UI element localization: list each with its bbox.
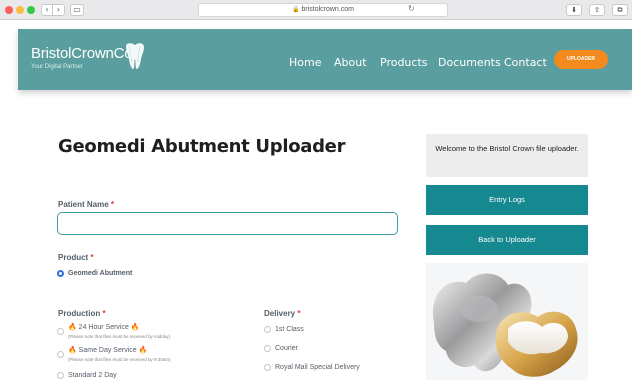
product-label: Product * [58, 253, 94, 262]
nav-documents[interactable]: Documents [438, 56, 501, 69]
delivery-label: Delivery * [264, 309, 301, 318]
nav-home[interactable]: Home [289, 56, 321, 69]
nav-about[interactable]: About [334, 56, 367, 69]
patient-name-label-text: Patient Name [58, 200, 109, 209]
zoom-window-button[interactable] [27, 6, 35, 14]
patient-name-label: Patient Name * [58, 200, 114, 209]
production-label: Production * [58, 309, 106, 318]
required-marker: * [102, 309, 106, 318]
delivery-option-royal-mail: Royal Mail Special Delivery [275, 364, 360, 371]
required-marker: * [297, 309, 301, 318]
delivery-radio-1st-class[interactable] [264, 326, 271, 333]
production-note-same-day: (Please note that files must be received… [68, 357, 171, 362]
address-bar-url: bristolcrown.com [301, 6, 354, 13]
production-radio-same-day[interactable] [57, 351, 64, 358]
production-label-text: Production [58, 309, 101, 318]
production-option-same-day: 🔥 Same Day Service 🔥 [68, 346, 147, 354]
fire-icon: 🔥 [68, 324, 77, 331]
production-option-standard-2-day: Standard 2 Day [68, 372, 117, 379]
required-marker: * [110, 200, 115, 209]
lock-icon: 🔒 [292, 7, 300, 13]
browser-toolbar: ‹ › ▭ 🔒 bristolcrown.com ↻ ⬇ ⇧ ⧉ [0, 0, 632, 20]
production-option-24-hour-label: 24 Hour Service [78, 324, 129, 331]
tooth-logo-icon [126, 43, 144, 69]
fire-icon: 🔥 [130, 324, 140, 331]
site-header: BristolCrownCo Your Digital Partner Home… [18, 29, 632, 90]
uploader-button[interactable]: UPLOADER [554, 50, 608, 69]
production-option-24-hour: 🔥 24 Hour Service 🔥 [68, 323, 140, 331]
tabs-overview-icon[interactable]: ⧉ [612, 4, 628, 16]
back-to-uploader-button[interactable]: Back to Uploader [426, 225, 588, 255]
delivery-radio-royal-mail[interactable] [264, 364, 271, 371]
patient-name-input[interactable] [57, 212, 398, 235]
delivery-label-text: Delivery [264, 309, 296, 318]
close-window-button[interactable] [5, 6, 13, 14]
production-radio-24-hour[interactable] [57, 328, 64, 335]
delivery-radio-courier[interactable] [264, 345, 271, 352]
nav-products[interactable]: Products [380, 56, 428, 69]
product-radio-geomedi-abutment[interactable] [57, 270, 64, 277]
welcome-message: Welcome to the Bristol Crown file upload… [426, 134, 588, 177]
production-radio-standard-2-day[interactable] [57, 372, 64, 379]
downloads-icon[interactable]: ⬇ [566, 4, 582, 16]
production-note-24-hour: (Please note that files must be received… [68, 334, 171, 339]
product-option-label: Geomedi Abutment [68, 270, 133, 277]
entry-logs-button[interactable]: Entry Logs [426, 185, 588, 215]
sidebar-toggle-icon[interactable]: ▭ [70, 4, 84, 16]
production-option-same-day-label: Same Day Service [78, 347, 137, 354]
fire-icon: 🔥 [68, 347, 77, 354]
reload-icon[interactable]: ↻ [408, 4, 415, 13]
brand-logo-text[interactable]: BristolCrownCo [31, 45, 133, 62]
delivery-option-1st-class: 1st Class [275, 326, 304, 333]
forward-button[interactable]: › [53, 4, 65, 16]
brand-tagline: Your Digital Partner [31, 64, 83, 70]
share-icon[interactable]: ⇧ [589, 4, 605, 16]
page-title: Geomedi Abutment Uploader [58, 136, 346, 157]
fire-icon: 🔥 [138, 347, 148, 354]
delivery-option-courier: Courier [275, 345, 298, 352]
back-button[interactable]: ‹ [41, 4, 53, 16]
minimize-window-button[interactable] [16, 6, 24, 14]
product-label-text: Product [58, 253, 89, 262]
dental-crowns-image [426, 263, 588, 380]
nav-contact[interactable]: Contact [504, 56, 547, 69]
required-marker: * [90, 253, 94, 262]
